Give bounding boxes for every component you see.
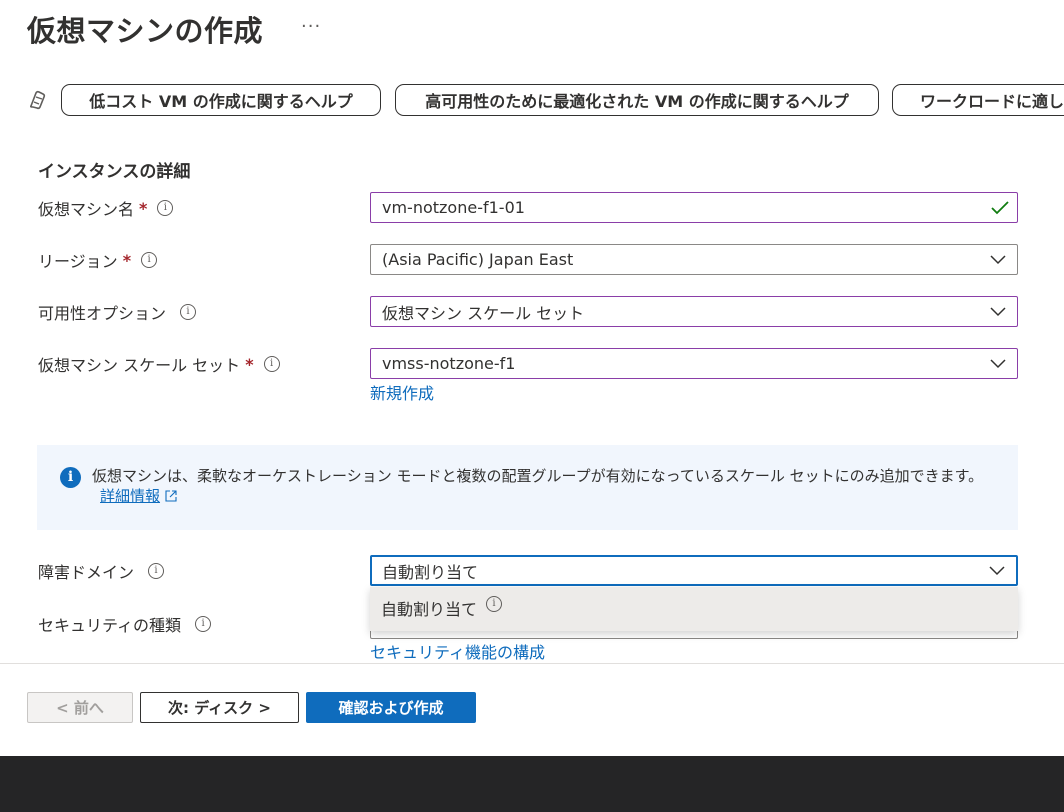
more-actions-icon[interactable]: ··· bbox=[301, 16, 321, 37]
info-icon[interactable]: i bbox=[141, 252, 158, 268]
vm-name-label: 仮想マシン名 * i bbox=[38, 196, 174, 220]
fault-domain-label-text: 障害ドメイン bbox=[38, 563, 135, 582]
region-label: リージョン * i bbox=[38, 248, 158, 272]
security-type-label-text: セキュリティの種類 bbox=[38, 616, 182, 635]
required-marker: * bbox=[245, 354, 254, 374]
help-low-cost-vm-button[interactable]: 低コスト VM の作成に関するヘルプ bbox=[61, 84, 381, 116]
vm-name-label-text: 仮想マシン名 bbox=[38, 200, 135, 219]
required-marker: * bbox=[139, 198, 148, 218]
chevron-down-icon bbox=[990, 358, 1006, 368]
security-type-label: セキュリティの種類 i bbox=[38, 612, 212, 636]
section-heading: インスタンスの詳細 bbox=[38, 162, 191, 182]
region-value: (Asia Pacific) Japan East bbox=[382, 250, 574, 269]
region-label-text: リージョン bbox=[38, 252, 118, 271]
footer-divider bbox=[0, 663, 1064, 664]
fault-domain-option-label: 自動割り当て bbox=[381, 600, 478, 619]
availability-label-text: 可用性オプション bbox=[38, 304, 167, 323]
info-filled-icon: i bbox=[60, 467, 81, 488]
availability-value: 仮想マシン スケール セット bbox=[382, 303, 585, 323]
help-high-availability-vm-button[interactable]: 高可用性のために最適化された VM の作成に関するヘルプ bbox=[395, 84, 879, 116]
info-banner: i 仮想マシンは、柔軟なオーケストレーション モードと複数の配置グループが有効に… bbox=[37, 445, 1018, 530]
info-icon[interactable]: i bbox=[486, 596, 503, 612]
info-icon[interactable]: i bbox=[148, 563, 165, 579]
fault-domain-value: 自動割り当て bbox=[382, 562, 479, 582]
availability-dropdown[interactable]: 仮想マシン スケール セット bbox=[370, 296, 1018, 327]
scale-set-value: vmss-notzone-f1 bbox=[382, 354, 516, 373]
create-new-scale-set-link[interactable]: 新規作成 bbox=[370, 380, 434, 404]
external-link-icon bbox=[165, 490, 177, 502]
availability-label: 可用性オプション i bbox=[38, 300, 197, 324]
page-title: 仮想マシンの作成 bbox=[27, 14, 264, 48]
info-icon[interactable]: i bbox=[157, 200, 174, 216]
info-icon[interactable]: i bbox=[180, 304, 197, 320]
fault-domain-label: 障害ドメイン i bbox=[38, 559, 165, 583]
configure-security-link[interactable]: セキュリティ機能の構成 bbox=[370, 639, 545, 663]
fault-domain-option[interactable]: 自動割り当て i bbox=[370, 587, 1018, 631]
chevron-down-icon bbox=[990, 306, 1006, 316]
help-workload-button[interactable]: ワークロードに適し bbox=[892, 84, 1064, 116]
copilot-icon[interactable] bbox=[27, 89, 49, 111]
info-banner-message: 仮想マシンは、柔軟なオーケストレーション モードと複数の配置グループが有効になっ… bbox=[92, 467, 984, 485]
fault-domain-dropdown[interactable]: 自動割り当て bbox=[370, 555, 1018, 586]
vm-name-value: vm-notzone-f1-01 bbox=[382, 198, 525, 217]
scale-set-label: 仮想マシン スケール セット * i bbox=[38, 352, 280, 376]
learn-more-link[interactable]: 詳細情報 bbox=[100, 487, 160, 505]
chevron-down-icon bbox=[990, 254, 1006, 264]
chevron-down-icon bbox=[989, 565, 1005, 575]
info-icon[interactable]: i bbox=[195, 616, 212, 632]
info-icon[interactable]: i bbox=[263, 356, 280, 372]
region-dropdown[interactable]: (Asia Pacific) Japan East bbox=[370, 244, 1018, 275]
info-banner-text: 仮想マシンは、柔軟なオーケストレーション モードと複数の配置グループが有効になっ… bbox=[92, 466, 992, 506]
scale-set-dropdown[interactable]: vmss-notzone-f1 bbox=[370, 348, 1018, 379]
required-marker: * bbox=[122, 250, 132, 270]
taskbar bbox=[0, 756, 1064, 812]
previous-button[interactable]: < 前へ bbox=[27, 692, 133, 723]
review-create-button[interactable]: 確認および作成 bbox=[306, 692, 476, 723]
checkmark-icon bbox=[991, 200, 1009, 214]
vm-name-input[interactable]: vm-notzone-f1-01 bbox=[370, 192, 1018, 223]
scale-set-label-text: 仮想マシン スケール セット bbox=[38, 356, 241, 375]
next-disk-button[interactable]: 次: ディスク > bbox=[140, 692, 299, 723]
